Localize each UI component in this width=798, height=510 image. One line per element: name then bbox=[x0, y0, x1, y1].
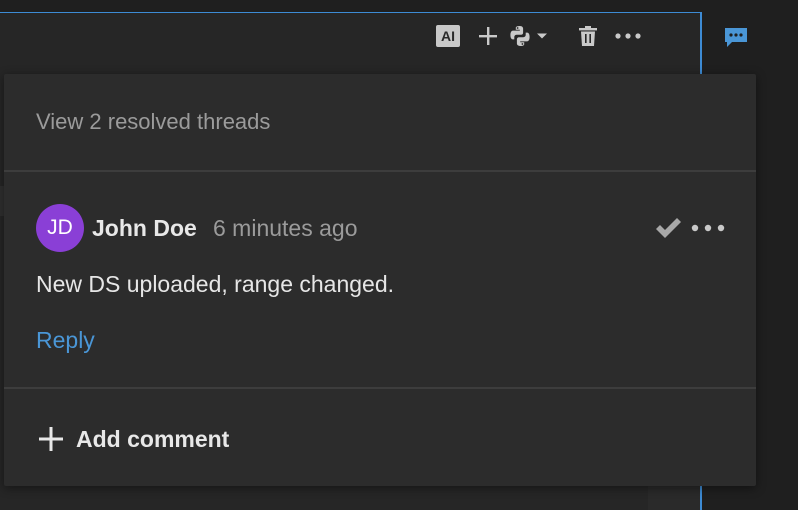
plus-icon bbox=[479, 27, 497, 45]
resolve-thread-button[interactable] bbox=[652, 214, 684, 242]
comment-more-button[interactable] bbox=[690, 214, 726, 242]
cell-gutter bbox=[648, 486, 700, 510]
divider bbox=[4, 387, 756, 389]
avatar: JD bbox=[36, 204, 84, 252]
reply-link[interactable]: Reply bbox=[36, 327, 95, 354]
comment-author: John Doe bbox=[92, 215, 197, 241]
python-icon bbox=[510, 26, 530, 46]
comment-timestamp: 6 minutes ago bbox=[213, 215, 358, 241]
ai-assist-button[interactable]: AI bbox=[428, 18, 468, 54]
cell-focus-border-top bbox=[0, 12, 702, 13]
add-comment-button[interactable]: Add comment bbox=[38, 424, 229, 454]
checkmark-icon bbox=[656, 218, 681, 238]
notebook-editor: AI View 2 resolved threads JD John Doe 6… bbox=[0, 0, 798, 510]
delete-cell-button[interactable] bbox=[568, 18, 608, 54]
more-options-button[interactable] bbox=[608, 18, 648, 54]
divider bbox=[4, 170, 756, 172]
add-cell-button[interactable] bbox=[468, 18, 508, 54]
view-resolved-threads-link[interactable]: View 2 resolved threads bbox=[36, 109, 270, 135]
add-comment-label: Add comment bbox=[76, 425, 230, 452]
ellipsis-icon bbox=[691, 224, 725, 232]
comment-thread-popup: View 2 resolved threads JD John Doe 6 mi… bbox=[4, 74, 756, 486]
trash-icon bbox=[579, 26, 597, 46]
comment-body: New DS uploaded, range changed. bbox=[36, 271, 395, 297]
comments-toggle-button[interactable] bbox=[722, 26, 750, 50]
chevron-down-icon bbox=[537, 33, 547, 39]
ai-icon: AI bbox=[436, 25, 460, 47]
comment-icon bbox=[725, 28, 747, 47]
ellipsis-icon bbox=[615, 33, 641, 39]
cell-toolbar: AI bbox=[428, 18, 648, 54]
python-language-button[interactable] bbox=[508, 18, 568, 54]
plus-icon bbox=[39, 427, 63, 451]
